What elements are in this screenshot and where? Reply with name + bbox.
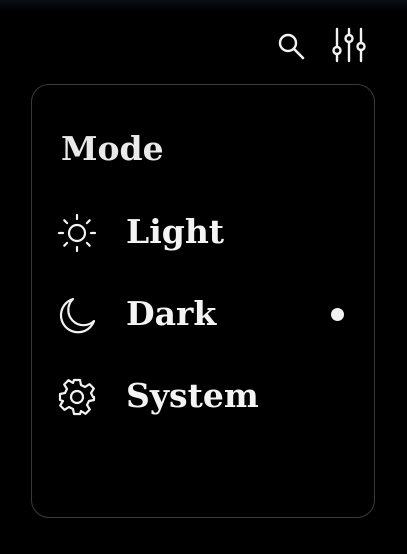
mode-option-label: System [126,376,259,415]
mode-option-label: Light [126,212,225,251]
search-icon [278,33,305,60]
selected-indicator-dot [331,308,344,321]
mode-option-label: Dark [126,294,217,333]
mode-option-light[interactable]: Light [56,206,356,260]
filter-button[interactable] [329,27,369,63]
filter-sliders-icon [332,27,366,63]
top-status-strip [0,0,407,10]
mode-menu-panel: Mode Light Dark System [31,84,375,518]
moon-icon [59,297,96,334]
mode-option-dark[interactable]: Dark [56,288,356,342]
mode-heading: Mode [61,129,164,168]
gear-icon [58,378,96,416]
search-button[interactable] [275,30,307,62]
mode-option-system[interactable]: System [56,370,356,424]
sun-icon [57,213,97,253]
